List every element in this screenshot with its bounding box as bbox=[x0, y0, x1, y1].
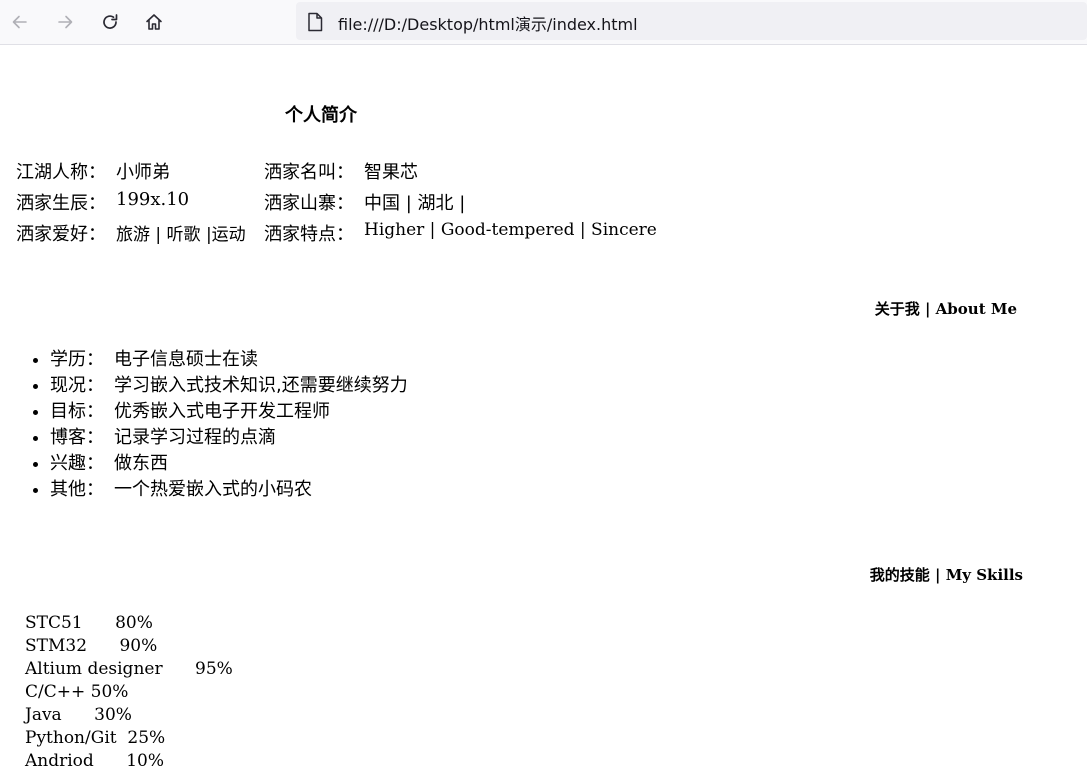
skill-gap bbox=[117, 728, 128, 748]
skills-heading: 我的技能 | My Skills bbox=[870, 564, 1023, 585]
skill-name: STM32 bbox=[25, 636, 88, 656]
file-icon bbox=[308, 12, 323, 32]
skill-gap bbox=[87, 636, 119, 656]
home-icon bbox=[146, 14, 162, 30]
skill-row: Java 30% bbox=[25, 704, 233, 727]
list-item: 目标： 优秀嵌入式电子开发工程师 bbox=[50, 399, 408, 425]
forward-button[interactable] bbox=[49, 6, 81, 38]
skill-row: Andriod 10% bbox=[25, 750, 233, 773]
profile-value: 中国 | 湖北 | bbox=[364, 193, 466, 214]
skill-row: STM32 90% bbox=[25, 635, 233, 658]
skill-name: C/C++ bbox=[25, 682, 86, 702]
skill-gap bbox=[62, 705, 94, 725]
url-text[interactable]: file:///D:/Desktop/html演示/index.html bbox=[338, 11, 638, 35]
skill-percent: 80% bbox=[115, 613, 153, 633]
about-value: 做东西 bbox=[114, 453, 168, 474]
profile-value: 小师弟 bbox=[116, 162, 170, 183]
about-key: 其他： bbox=[50, 479, 104, 500]
back-button[interactable] bbox=[4, 6, 36, 38]
skill-name: Andriod bbox=[25, 751, 94, 771]
list-item: 其他： 一个热爱嵌入式的小码农 bbox=[50, 477, 408, 503]
reload-button[interactable] bbox=[94, 6, 126, 38]
skill-percent: 10% bbox=[126, 751, 165, 771]
list-item: 博客： 记录学习过程的点滴 bbox=[50, 425, 408, 451]
about-key: 现况： bbox=[50, 375, 104, 396]
list-item: 兴趣： 做东西 bbox=[50, 451, 408, 477]
skill-name: Altium designer bbox=[25, 659, 163, 679]
skill-gap bbox=[163, 659, 195, 679]
skill-row: Altium designer 95% bbox=[25, 658, 233, 681]
about-key: 目标： bbox=[50, 401, 104, 422]
forward-icon bbox=[58, 15, 73, 29]
list-item: 学历： 电子信息硕士在读 bbox=[50, 347, 408, 373]
skills-heading-sep: | bbox=[929, 566, 946, 584]
skill-percent: 30% bbox=[94, 705, 132, 725]
about-list: 学历： 电子信息硕士在读 现况： 学习嵌入式技术知识,还需要继续努力 目标： 优秀嵌入… bbox=[30, 347, 408, 503]
reload-icon bbox=[103, 14, 118, 29]
page-content: 个人简介 江湖人称： 小师弟 洒家名叫： 智果芯 洒家生辰： 199x.10 洒… bbox=[0, 46, 1087, 778]
profile-title: 个人简介 bbox=[285, 105, 357, 126]
back-icon bbox=[12, 15, 27, 29]
skill-row: Python/Git 25% bbox=[25, 727, 233, 750]
skill-name: STC51 bbox=[25, 613, 83, 633]
address-bar[interactable]: file:///D:/Desktop/html演示/index.html bbox=[296, 2, 1087, 40]
profile-value: 智果芯 bbox=[364, 162, 418, 183]
about-heading-sep: | bbox=[919, 300, 936, 318]
skill-percent: 95% bbox=[195, 659, 233, 679]
list-item: 现况： 学习嵌入式技术知识,还需要继续努力 bbox=[50, 373, 408, 399]
skill-gap bbox=[94, 751, 126, 771]
skills-heading-cn: 我的技能 bbox=[869, 566, 930, 584]
skill-row: STC51 80% bbox=[25, 612, 233, 635]
about-value: 学习嵌入式技术知识,还需要继续努力 bbox=[114, 375, 408, 396]
about-key: 学历： bbox=[50, 349, 104, 370]
about-heading: 关于我 | About Me bbox=[875, 298, 1017, 319]
profile-value: Higher | Good-tempered | Sincere bbox=[364, 220, 657, 240]
profile-label: 洒家生辰： bbox=[16, 193, 106, 214]
about-value: 优秀嵌入式电子开发工程师 bbox=[114, 401, 330, 422]
profile-label: 洒家山寨： bbox=[264, 193, 354, 214]
about-key: 兴趣： bbox=[50, 453, 104, 474]
skills-heading-en: My Skills bbox=[945, 566, 1023, 584]
skill-name: Python/Git bbox=[25, 728, 117, 748]
about-heading-cn: 关于我 bbox=[874, 300, 920, 318]
skills-list: STC51 80% STM32 90% Altium designer 95% … bbox=[25, 612, 233, 773]
skill-percent: 50% bbox=[90, 682, 129, 702]
skill-percent: 25% bbox=[127, 728, 166, 748]
about-heading-en: About Me bbox=[935, 300, 1017, 318]
profile-label: 洒家特点： bbox=[264, 224, 354, 245]
skill-gap bbox=[83, 613, 115, 633]
profile-value: 199x.10 bbox=[116, 189, 190, 210]
home-button[interactable] bbox=[138, 6, 170, 38]
about-value: 记录学习过程的点滴 bbox=[114, 427, 276, 448]
about-value: 一个热爱嵌入式的小码农 bbox=[114, 479, 312, 500]
profile-label: 洒家名叫： bbox=[264, 162, 354, 183]
skill-percent: 90% bbox=[119, 636, 158, 656]
skill-row: C/C++ 50% bbox=[25, 681, 233, 704]
profile-value: 旅游 | 听歌 |运动 bbox=[116, 225, 246, 245]
about-value: 电子信息硕士在读 bbox=[114, 349, 258, 370]
skill-name: Java bbox=[25, 705, 62, 725]
profile-label: 江湖人称： bbox=[16, 162, 106, 183]
browser-toolbar: file:///D:/Desktop/html演示/index.html bbox=[0, 0, 1087, 45]
about-key: 博客： bbox=[50, 427, 104, 448]
profile-label: 洒家爱好： bbox=[16, 224, 106, 245]
